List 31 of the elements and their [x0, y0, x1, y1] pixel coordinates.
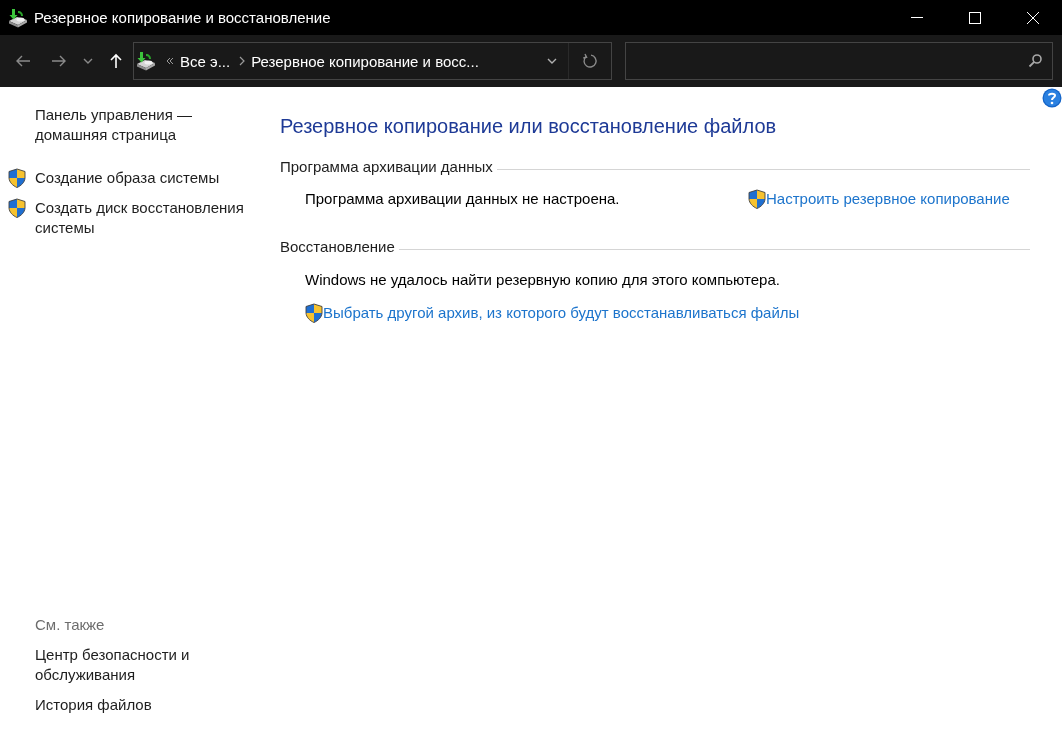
action-link[interactable]: Настроить резервное копирование — [766, 189, 1010, 209]
chevron-right-icon[interactable] — [239, 56, 246, 66]
breadcrumb-item[interactable]: Все э... — [180, 52, 231, 70]
double-chevron-icon[interactable] — [166, 57, 174, 65]
search-field[interactable] — [625, 42, 1053, 80]
sidebar-link[interactable]: Центр безопасности и обслуживания — [35, 645, 250, 685]
shield-icon — [8, 198, 26, 218]
shield-icon — [8, 168, 26, 188]
sidebar-link[interactable]: Создать диск восстановления системы — [35, 198, 250, 238]
sidebar-link[interactable]: Панель управления — домашняя страница — [35, 105, 250, 145]
window-title: Резервное копирование и восстановление — [34, 9, 331, 26]
sidebar-link[interactable]: Создание образа системы — [35, 168, 250, 188]
status-message: Windows не удалось найти резервную копию для этого компьютера. — [305, 270, 781, 290]
section-heading: Программа архивации данных — [280, 157, 493, 177]
minimize-icon — [911, 17, 923, 18]
section-heading: Восстановление — [280, 237, 395, 257]
see-also-heading: См. также — [35, 615, 106, 635]
page-title: Резервное копирование или восстановление файлов — [280, 114, 778, 139]
chevron-down-icon — [546, 58, 557, 64]
status-message: Программа архивации данных не настроена. — [305, 189, 621, 209]
sidebar-link[interactable]: История файлов — [35, 695, 250, 715]
drive-arrow-icon — [8, 7, 28, 28]
close-icon — [1027, 11, 1039, 24]
maximize-icon — [969, 11, 981, 24]
breadcrumb-item[interactable]: Резервное копирование и восс... — [251, 52, 479, 70]
search-icon — [1027, 53, 1043, 69]
action-link[interactable]: Выбрать другой архив, из которого будут восстанавливаться файлы — [323, 303, 800, 323]
address-bar[interactable]: Все э... Резервное копирование и восс... — [133, 42, 612, 80]
drive-arrow-icon — [136, 51, 156, 71]
help-icon[interactable] — [1042, 88, 1062, 108]
refresh-icon — [582, 53, 598, 69]
